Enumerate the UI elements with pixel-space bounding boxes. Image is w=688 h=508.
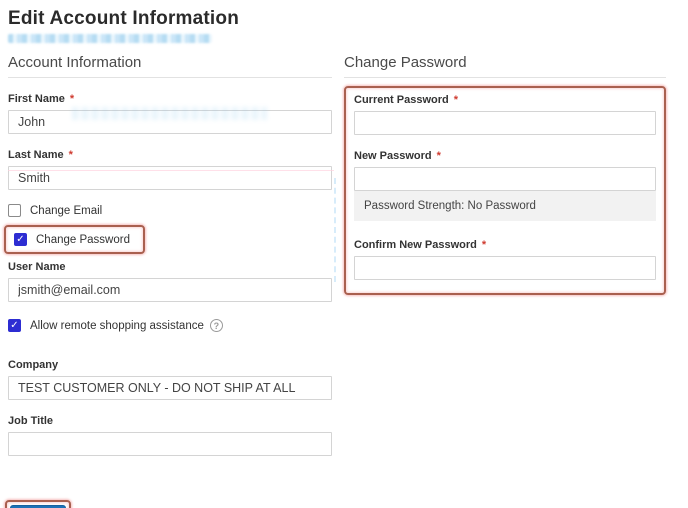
user-name-label: User Name [8,261,66,273]
check-icon: ✓ [16,234,25,245]
required-asterisk: * [453,94,459,106]
job-title-label: Job Title [8,415,54,427]
required-asterisk: * [68,149,73,161]
confirm-password-input[interactable] [354,256,656,280]
account-information-heading: Account Information [8,54,332,78]
change-password-checkbox[interactable]: ✓ [14,233,27,246]
required-asterisk: * [69,93,75,105]
redacted-breadcrumb-link[interactable] [8,34,212,43]
check-icon: ✓ [10,320,19,331]
help-icon[interactable]: ? [209,319,223,332]
required-asterisk: * [436,150,441,162]
change-email-row[interactable]: Change Email [8,204,332,217]
redaction-line-artifact [8,170,334,171]
company-label: Company [8,359,59,371]
company-input[interactable] [8,376,332,400]
change-password-section: Change Password Current Password * New Pa… [344,54,666,508]
form-columns: Account Information First Name* Last Nam… [4,54,678,508]
change-email-checkbox[interactable] [8,204,21,217]
required-asterisk: * [481,239,487,251]
current-password-label: Current Password * [354,94,459,106]
user-name-input[interactable] [8,278,332,302]
change-password-heading: Change Password [344,54,666,78]
page-title: Edit Account Information [8,8,240,29]
remote-assistance-label: Allow remote shopping assistance [30,319,204,332]
password-fields-annotation-box: Current Password * New Password * Password… [344,86,666,295]
first-name-label: First Name * [8,93,75,105]
new-password-input[interactable] [354,167,656,191]
current-password-input[interactable] [354,111,656,135]
first-name-input[interactable] [8,110,332,134]
edit-account-page: Edit Account Information Account Informa… [0,0,688,508]
confirm-password-label: Confirm New Password * [354,239,487,251]
change-password-row[interactable]: ✓ Change Password [14,233,130,246]
password-strength-meter: Password Strength: No Password [354,191,656,221]
save-annotation-box: Save [5,500,72,508]
remote-assistance-row[interactable]: ✓ Allow remote shopping assistance ? [8,319,332,332]
last-name-label: Last Name * [8,149,73,161]
job-title-input[interactable] [8,432,332,456]
remote-assistance-checkbox[interactable]: ✓ [8,319,21,332]
account-information-section: Account Information First Name* Last Nam… [4,54,332,508]
change-email-label: Change Email [30,204,103,217]
change-password-label: Change Password [36,233,130,246]
change-password-annotation-box: ✓ Change Password [4,225,145,254]
new-password-label: New Password * [354,150,441,162]
